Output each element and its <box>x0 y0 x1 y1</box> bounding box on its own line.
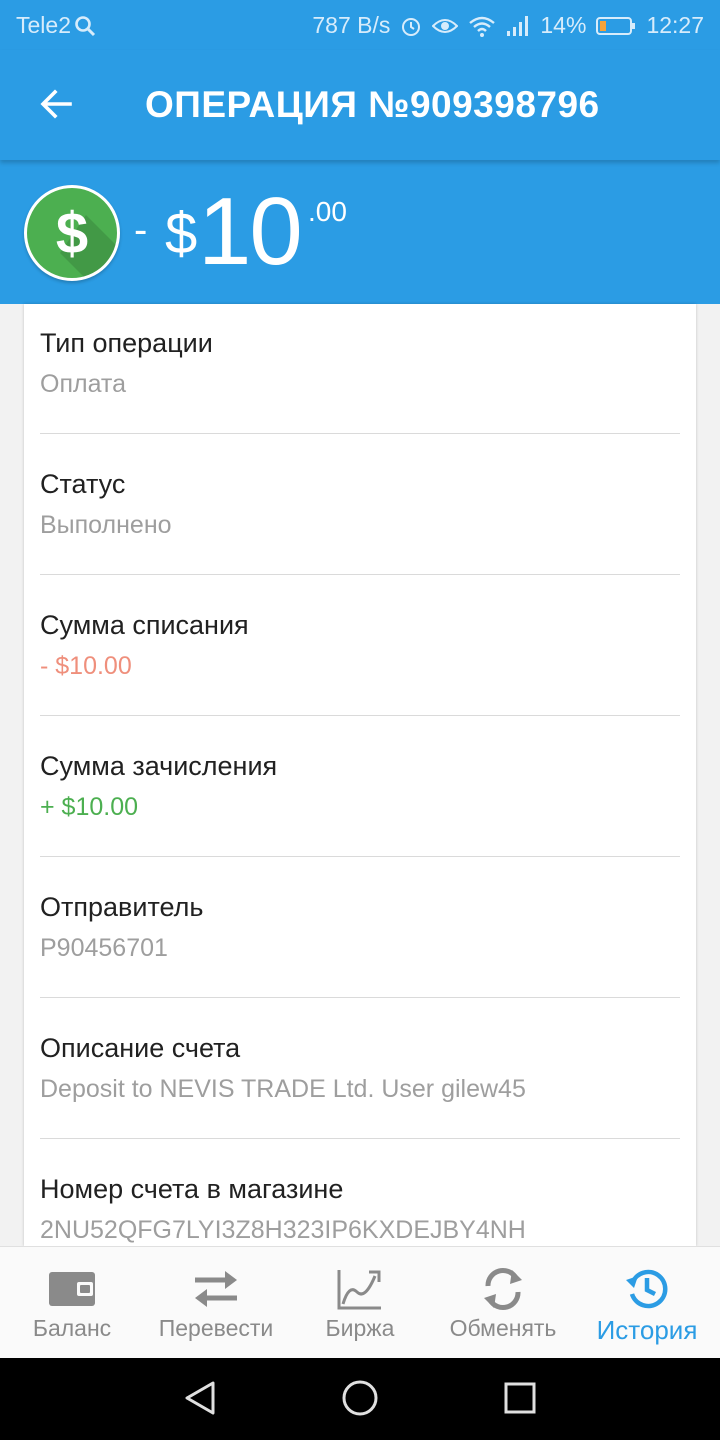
system-recents-button[interactable] <box>498 1378 542 1422</box>
detail-label: Сумма списания <box>40 610 249 640</box>
signal-icon <box>506 15 530 37</box>
page-title: ОПЕРАЦИЯ №909398796 <box>145 84 600 125</box>
detail-label: Статус <box>40 469 126 499</box>
nav-label: Обменять <box>449 1315 557 1341</box>
battery-percent: 14% <box>540 12 587 38</box>
nav-label: История <box>596 1315 698 1345</box>
nav-exchange-market[interactable]: Биржа <box>310 1247 410 1359</box>
nav-label: Баланс <box>32 1315 112 1341</box>
detail-label: Сумма зачисления <box>40 751 278 781</box>
divider <box>40 715 680 716</box>
triangle-back-icon <box>183 1380 217 1421</box>
dollar-icon: $ <box>24 185 120 281</box>
clock-time: 12:27 <box>646 12 704 38</box>
back-button[interactable] <box>28 78 84 134</box>
bottom-navigation: Баланс Перевести Биржа Обменять История <box>0 1246 720 1358</box>
carrier-name: Tele2 <box>16 12 71 38</box>
network-speed: 787 B/s <box>312 12 391 38</box>
detail-label: Отправитель <box>40 892 204 922</box>
wifi-icon <box>468 15 496 37</box>
battery-icon <box>596 16 636 36</box>
system-navigation-bar <box>0 1358 720 1440</box>
detail-value: Выполнено <box>40 511 172 539</box>
nav-balance[interactable]: Баланс <box>22 1247 122 1359</box>
detail-value: P90456701 <box>40 934 168 962</box>
divider <box>40 574 680 575</box>
credit-amount: + $10.00 <box>40 793 139 821</box>
exchange-icon <box>480 1265 526 1313</box>
detail-label: Описание счета <box>40 1033 241 1063</box>
nav-label: Биржа <box>325 1315 395 1341</box>
detail-label: Тип операции <box>40 328 213 358</box>
divider <box>40 1138 680 1139</box>
amount-value: 10 <box>198 178 303 285</box>
eye-icon <box>432 16 459 36</box>
nav-label: Перевести <box>158 1315 274 1341</box>
square-recents-icon <box>503 1381 537 1420</box>
history-icon <box>624 1265 670 1313</box>
status-bar: Tele2 787 B/s 14% 12:27 <box>0 0 720 50</box>
operation-details-card: Тип операции Оплата Статус Выполнено Сум… <box>24 304 696 1246</box>
transfer-icon <box>191 1265 241 1313</box>
divider <box>40 997 680 998</box>
detail-label: Номер счета в магазине <box>40 1174 344 1204</box>
nav-history[interactable]: История <box>587 1247 707 1359</box>
debit-amount: - $10.00 <box>40 652 132 680</box>
alarm-icon <box>400 15 422 37</box>
detail-value: Deposit to NEVIS TRADE Ltd. User gilew45 <box>40 1075 526 1103</box>
detail-value: 2NU52QFG7LYI3Z8H323IP6KXDEJBY4NH <box>40 1216 526 1244</box>
amount-header: $ - $ 10 .00 <box>0 160 720 304</box>
amount-sign: - <box>134 208 148 252</box>
app-bar: ОПЕРАЦИЯ №909398796 <box>0 50 720 160</box>
detail-value: Оплата <box>40 370 126 398</box>
chart-icon <box>335 1265 385 1313</box>
system-home-button[interactable] <box>338 1378 382 1422</box>
dollar-symbol: $ <box>55 200 89 266</box>
nav-swap[interactable]: Обменять <box>443 1247 563 1359</box>
search-icon <box>73 14 97 38</box>
amount-cents: .00 <box>308 196 347 227</box>
divider <box>40 856 680 857</box>
arrow-back-icon <box>38 86 74 127</box>
nav-transfer[interactable]: Перевести <box>151 1247 281 1359</box>
wallet-icon <box>47 1265 97 1313</box>
circle-home-icon <box>340 1378 380 1423</box>
divider <box>40 433 680 434</box>
amount-currency: $ <box>165 201 198 266</box>
system-back-button[interactable] <box>178 1378 222 1422</box>
